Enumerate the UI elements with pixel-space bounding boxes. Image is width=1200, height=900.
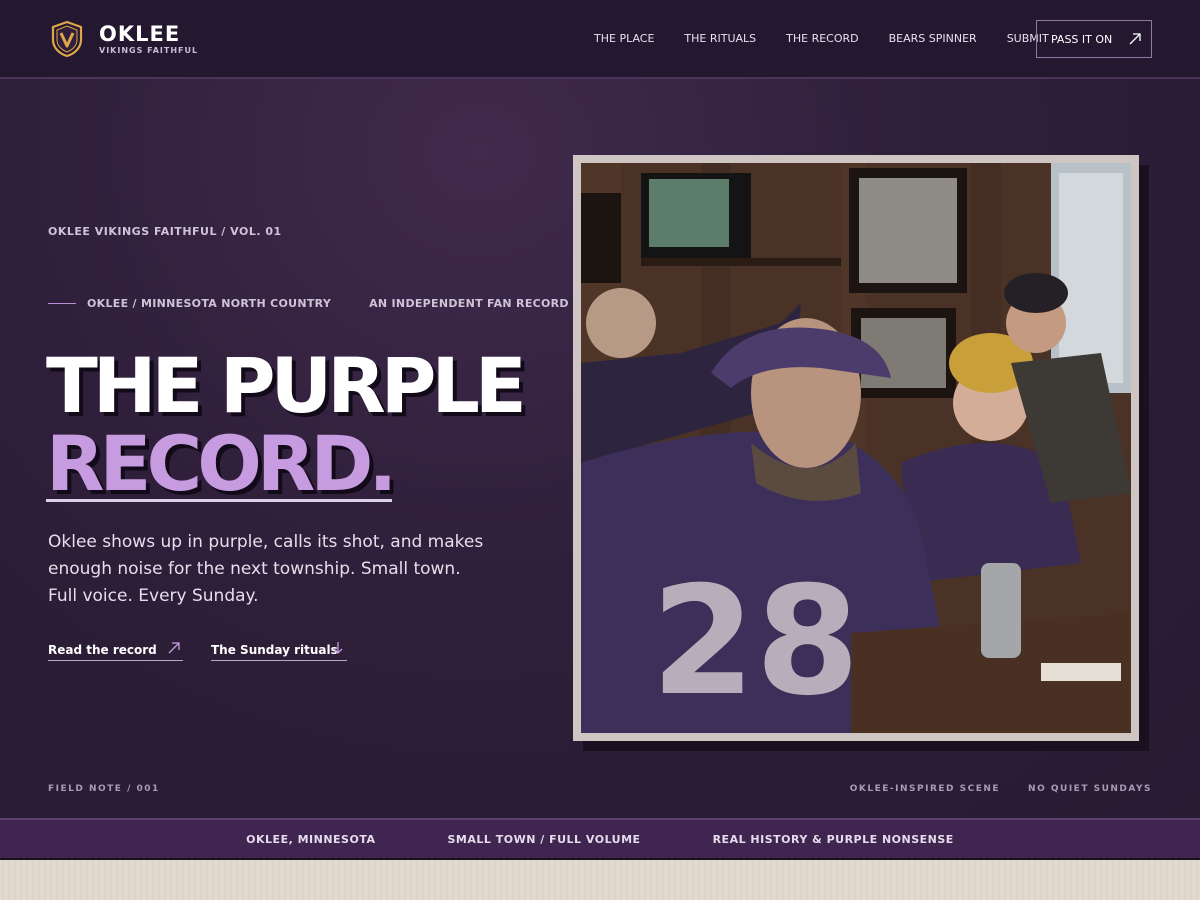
hero-footer-notes: OKLEE-INSPIRED SCENE NO QUIET SUNDAYS <box>850 784 1152 794</box>
nav-item-the-place[interactable]: THE PLACE <box>594 32 654 45</box>
kicker-divider <box>48 303 76 304</box>
hero-photo: 28 <box>581 163 1131 733</box>
nav-item-bears-spinner[interactable]: BEARS SPINNER <box>889 32 977 45</box>
shield-v-icon <box>51 20 83 58</box>
read-the-record-link[interactable]: Read the record <box>48 639 183 661</box>
hero-section: OKLEE VIKINGS FAITHFUL / VOL. 01 OKLEE /… <box>0 79 1200 819</box>
nav-item-the-rituals[interactable]: THE RITUALS <box>684 32 756 45</box>
ticker-item: REAL HISTORY & PURPLE NONSENSE <box>712 832 954 846</box>
site-header: OKLEE VIKINGS FAITHFUL THE PLACE THE RIT… <box>0 0 1200 79</box>
sunday-rituals-link[interactable]: The Sunday rituals <box>211 639 347 661</box>
kicker-location: OKLEE / MINNESOTA NORTH COUNTRY <box>87 297 332 310</box>
field-note: FIELD NOTE / 001 <box>48 784 160 794</box>
ticker-bar: OKLEE, MINNESOTA SMALL TOWN / FULL VOLUM… <box>0 818 1200 860</box>
ticker-item: OKLEE, MINNESOTA <box>246 832 376 846</box>
nav-item-the-record[interactable]: THE RECORD <box>786 32 858 45</box>
tagline-note: NO QUIET SUNDAYS <box>1028 784 1152 794</box>
kicker-tag: AN INDEPENDENT FAN RECORD <box>369 297 569 310</box>
sunday-rituals-label: The Sunday rituals <box>211 642 338 657</box>
hero-lede: Oklee shows up in purple, calls its shot… <box>48 532 484 606</box>
hero-title: THE PURPLE RECORD. <box>46 341 527 508</box>
hero-title-line1: THE PURPLE <box>46 341 527 430</box>
jersey-number: 28 <box>651 555 860 729</box>
pass-it-on-button[interactable]: PASS IT ON <box>1036 20 1152 58</box>
arrow-up-right-icon <box>1129 33 1141 45</box>
pass-it-on-label: PASS IT ON <box>1051 32 1113 46</box>
ticker-item: SMALL TOWN / FULL VOLUME <box>447 832 641 846</box>
fans-watching-photo: 28 <box>581 163 1131 733</box>
brand[interactable]: OKLEE VIKINGS FAITHFUL <box>50 20 198 58</box>
hero-photo-frame: 28 <box>573 155 1139 741</box>
read-the-record-label: Read the record <box>48 642 157 657</box>
hero-kicker-row: OKLEE / MINNESOTA NORTH COUNTRY AN INDEP… <box>48 297 569 310</box>
arrow-up-right-icon <box>168 642 180 654</box>
hero-title-line2: RECORD. <box>46 419 397 508</box>
paper-section-edge <box>0 860 1200 900</box>
arrow-down-icon <box>333 642 343 654</box>
brand-subtitle: VIKINGS FAITHFUL <box>99 46 199 55</box>
hero-eyebrow: OKLEE VIKINGS FAITHFUL / VOL. 01 <box>48 225 282 238</box>
scene-note: OKLEE-INSPIRED SCENE <box>849 784 1001 794</box>
main-nav: THE PLACE THE RITUALS THE RECORD BEARS S… <box>594 32 1079 45</box>
brand-name: OKLEE <box>99 22 181 46</box>
